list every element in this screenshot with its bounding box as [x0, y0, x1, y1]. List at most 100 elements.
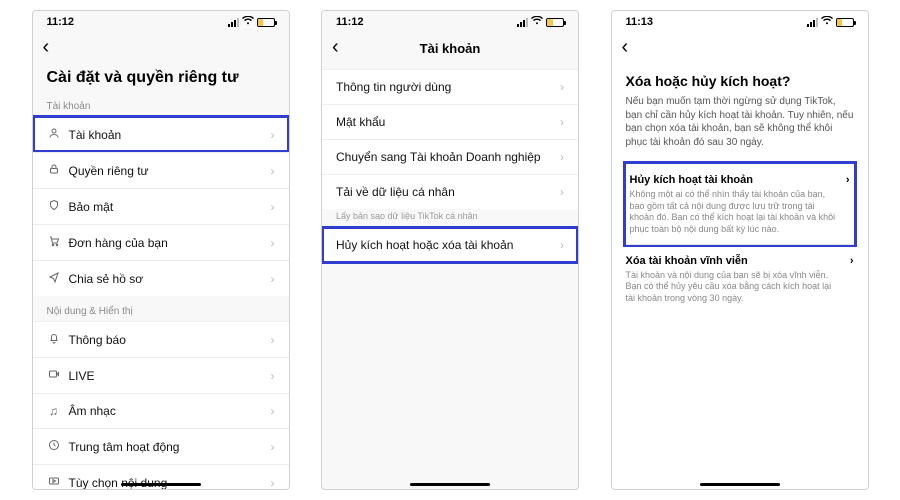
wifi-icon	[531, 16, 543, 28]
home-indicator[interactable]	[121, 483, 201, 486]
row-label: Đơn hàng của bạn	[69, 236, 263, 250]
chevron-right-icon: ›	[560, 238, 564, 252]
chevron-right-icon: ›	[560, 185, 564, 199]
back-icon[interactable]: ‹	[43, 37, 50, 57]
row-notifications[interactable]: Thông báo ›	[33, 321, 289, 357]
question-desc: Nếu bạn muốn tạm thời ngừng sử dụng TikT…	[626, 95, 854, 149]
screen-body: Thông tin người dùng › Mật khẩu › Chuyển…	[322, 63, 578, 489]
screen-body: Xóa hoặc hủy kích hoạt? Nếu bạn muốn tạm…	[612, 63, 868, 489]
row-privacy[interactable]: Quyền riêng tư ›	[33, 152, 289, 188]
row-live[interactable]: LIVE ›	[33, 357, 289, 393]
chevron-right-icon: ›	[271, 200, 275, 214]
status-bar: 11:12	[322, 11, 578, 33]
signal-icon	[807, 18, 818, 27]
option-desc: Tài khoản và nội dung của bạn sẽ bị xóa …	[626, 270, 854, 305]
signal-icon	[517, 18, 528, 27]
battery-icon	[836, 18, 854, 27]
row-share[interactable]: Chia sẻ hồ sơ ›	[33, 260, 289, 296]
row-label: Âm nhạc	[69, 404, 263, 418]
section-label-content: Nội dung & Hiển thị	[33, 296, 289, 321]
row-label: Mật khẩu	[336, 115, 552, 129]
back-icon[interactable]: ‹	[622, 37, 629, 57]
shield-icon	[47, 199, 61, 214]
status-time: 11:12	[336, 16, 364, 28]
row-orders[interactable]: Đơn hàng của bạn ›	[33, 224, 289, 260]
section-label-account: Tài khoản	[33, 97, 289, 116]
live-icon	[47, 368, 61, 383]
battery-icon	[546, 18, 564, 27]
chevron-right-icon: ›	[271, 333, 275, 347]
wifi-icon	[242, 16, 254, 28]
row-account[interactable]: Tài khoản ›	[33, 116, 289, 152]
status-right	[807, 16, 854, 28]
question-title: Xóa hoặc hủy kích hoạt?	[626, 73, 854, 89]
chevron-right-icon: ›	[560, 115, 564, 129]
chevron-right-icon: ›	[271, 476, 275, 490]
share-icon	[47, 271, 61, 286]
row-label: Hủy kích hoạt hoặc xóa tài khoản	[336, 238, 552, 252]
option-title: Xóa tài khoản vĩnh viễn	[626, 255, 748, 267]
music-icon: ♫	[47, 404, 61, 418]
status-bar: 11:13	[612, 11, 868, 33]
signal-icon	[228, 18, 239, 27]
row-security[interactable]: Bảo mật ›	[33, 188, 289, 224]
nav-bar: ‹	[612, 33, 868, 63]
bell-icon	[47, 332, 61, 347]
chevron-right-icon: ›	[271, 236, 275, 250]
nav-title: Tài khoản	[420, 41, 481, 56]
option-deactivate[interactable]: Hủy kích hoạt tài khoản › Không một ai c…	[626, 164, 854, 244]
wifi-icon	[821, 16, 833, 28]
status-right	[517, 16, 564, 28]
chevron-right-icon: ›	[271, 440, 275, 454]
row-label: LIVE	[69, 369, 263, 383]
chevron-right-icon: ›	[271, 404, 275, 418]
row-label: Thông tin người dùng	[336, 80, 552, 94]
row-download-data[interactable]: Tải về dữ liệu cá nhân ›	[322, 174, 578, 209]
row-download-note: Lấy bản sao dữ liệu TikTok cá nhân	[322, 209, 578, 227]
row-deactivate-delete[interactable]: Hủy kích hoạt hoặc xóa tài khoản ›	[322, 227, 578, 263]
chevron-right-icon: ›	[560, 150, 564, 164]
status-time: 11:12	[47, 16, 75, 28]
clock-icon	[47, 439, 61, 454]
row-label: Quyền riêng tư	[69, 164, 263, 178]
user-icon	[47, 127, 61, 142]
chevron-right-icon: ›	[850, 255, 854, 267]
status-bar: 11:12	[33, 11, 289, 33]
row-label: Tải về dữ liệu cá nhân	[336, 185, 552, 199]
cart-icon	[47, 235, 61, 250]
row-label: Bảo mật	[69, 200, 263, 214]
row-switch-business[interactable]: Chuyển sang Tài khoản Doanh nghiệp ›	[322, 139, 578, 174]
chevron-right-icon: ›	[846, 174, 850, 186]
video-icon	[47, 475, 61, 489]
row-label: Thông báo	[69, 333, 263, 347]
lock-icon	[47, 163, 61, 178]
page-title: Cài đặt và quyền riêng tư	[33, 63, 289, 97]
row-activity[interactable]: Trung tâm hoạt động ›	[33, 428, 289, 464]
chevron-right-icon: ›	[271, 369, 275, 383]
status-time: 11:13	[626, 16, 654, 28]
option-delete[interactable]: Xóa tài khoản vĩnh viễn › Tài khoản và n…	[626, 244, 854, 313]
chevron-right-icon: ›	[271, 272, 275, 286]
screen-deactivate-choice: 11:13 ‹ Xóa hoặc hủy kích hoạt? Nếu bạn …	[611, 10, 869, 490]
chevron-right-icon: ›	[271, 164, 275, 178]
chevron-right-icon: ›	[560, 80, 564, 94]
row-password[interactable]: Mật khẩu ›	[322, 104, 578, 139]
nav-bar: ‹ Tài khoản	[322, 33, 578, 63]
back-icon[interactable]: ‹	[332, 37, 339, 57]
status-right	[228, 16, 275, 28]
option-title: Hủy kích hoạt tài khoản	[630, 174, 753, 186]
row-label: Chia sẻ hồ sơ	[69, 272, 263, 286]
chevron-right-icon: ›	[271, 128, 275, 142]
nav-bar: ‹	[33, 33, 289, 63]
row-label: Trung tâm hoạt động	[69, 440, 263, 454]
home-indicator[interactable]	[700, 483, 780, 486]
row-music[interactable]: ♫ Âm nhạc ›	[33, 393, 289, 428]
option-desc: Không một ai có thể nhìn thấy tài khoản …	[630, 189, 850, 236]
screen-body: Cài đặt và quyền riêng tư Tài khoản Tài …	[33, 63, 289, 489]
screen-settings: 11:12 ‹ Cài đặt và quyền riêng tư Tài kh…	[32, 10, 290, 490]
row-label: Tài khoản	[69, 128, 263, 142]
row-label: Chuyển sang Tài khoản Doanh nghiệp	[336, 150, 552, 164]
home-indicator[interactable]	[410, 483, 490, 486]
row-user-info[interactable]: Thông tin người dùng ›	[322, 69, 578, 104]
battery-icon	[257, 18, 275, 27]
